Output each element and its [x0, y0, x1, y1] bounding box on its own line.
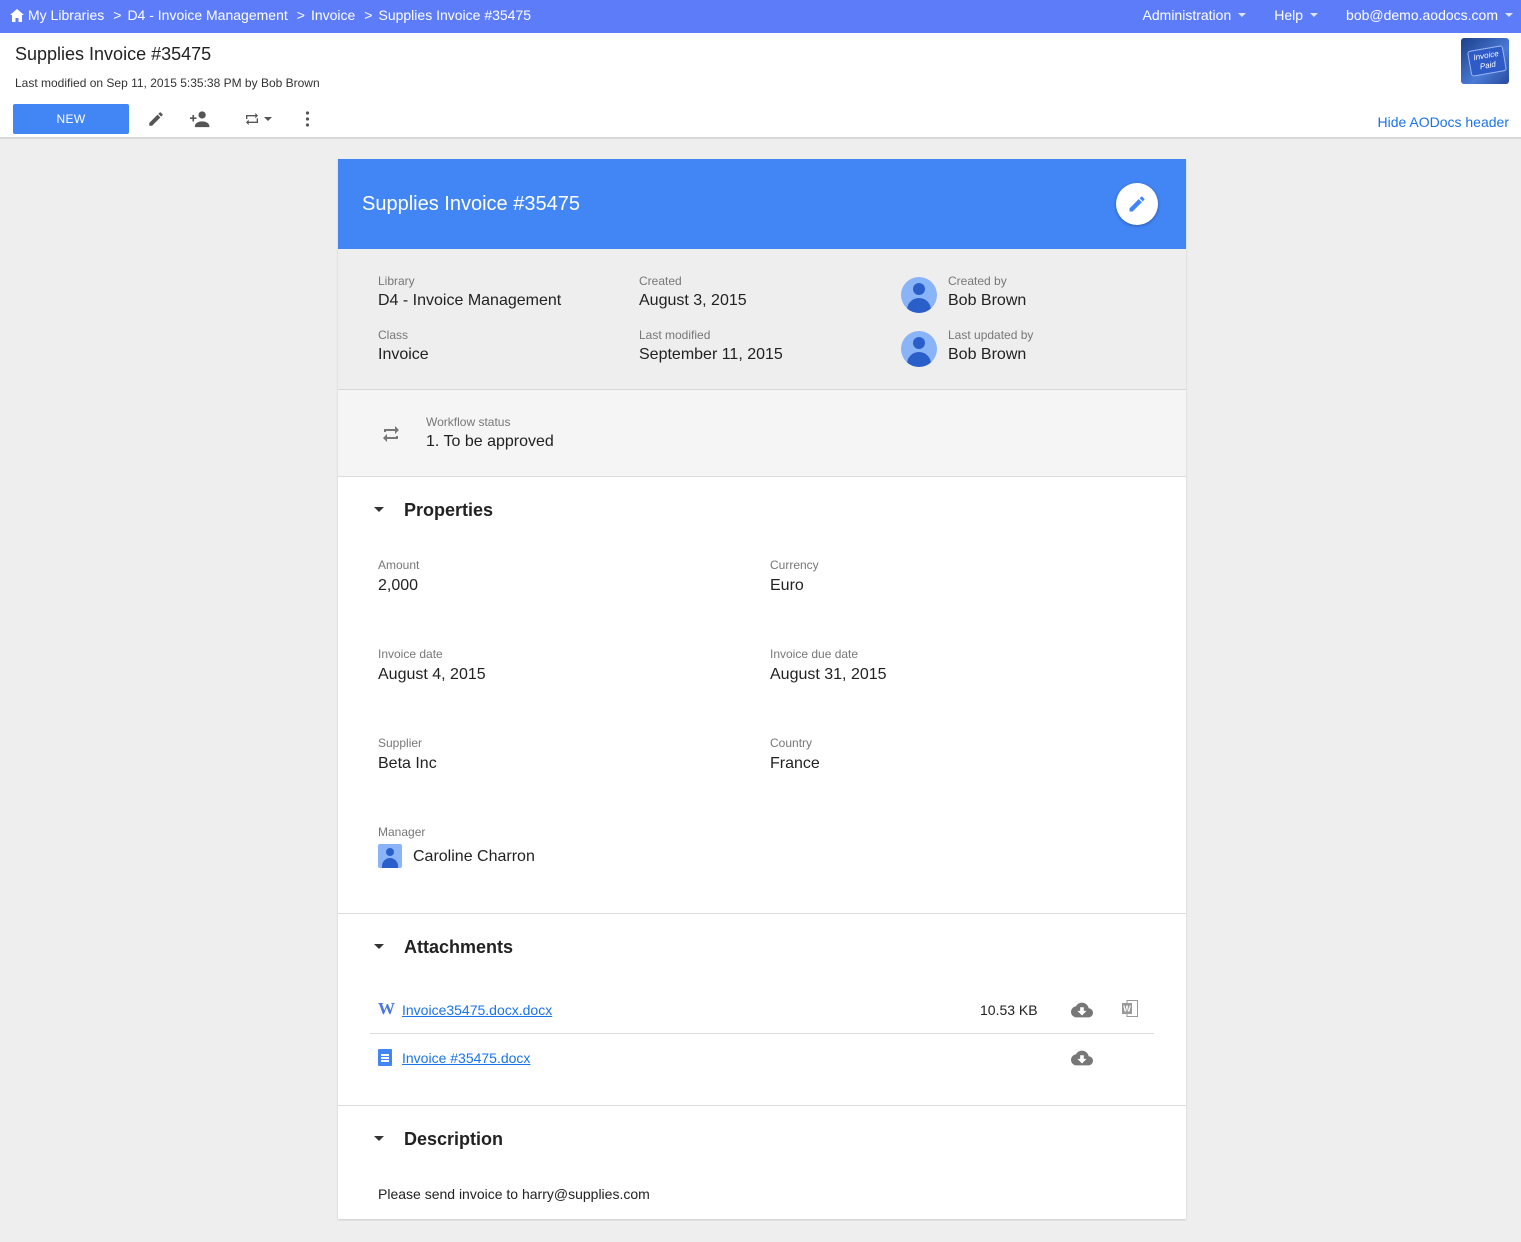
- add-person-icon: [190, 111, 210, 128]
- attachment-divider: [370, 1033, 1154, 1034]
- class-value: Invoice: [378, 346, 429, 363]
- help-menu-label: Help: [1274, 7, 1304, 23]
- breadcrumb-separator: >: [296, 7, 305, 23]
- invoice-date-label: Invoice date: [378, 647, 443, 661]
- caret-down-icon: [264, 117, 272, 121]
- amount-value: 2,000: [378, 577, 419, 594]
- document-card: Supplies Invoice #35475 Library D4 - Inv…: [338, 159, 1186, 1219]
- new-button[interactable]: NEW: [13, 104, 129, 134]
- account-menu[interactable]: bob@demo.aodocs.com: [1346, 7, 1513, 23]
- workflow-icon: [383, 426, 399, 442]
- created-label: Created: [639, 274, 682, 288]
- workflow-status: Workflow status 1. To be approved: [338, 390, 1186, 477]
- top-menus: Administration Help bob@demo.aodocs.com: [1143, 7, 1513, 23]
- supplier-value: Beta Inc: [378, 755, 437, 772]
- card-title: Supplies Invoice #35475: [362, 193, 580, 215]
- breadcrumb: My Libraries > D4 - Invoice Management >…: [10, 7, 531, 23]
- last-modified-value: September 11, 2015: [639, 346, 783, 363]
- amount-label: Amount: [378, 558, 420, 572]
- home-icon: [10, 8, 24, 22]
- breadcrumb-document[interactable]: Supplies Invoice #35475: [378, 7, 531, 23]
- attachments-section-title[interactable]: Attachments: [404, 937, 513, 958]
- attachment-link[interactable]: Invoice #35475.docx: [402, 1050, 530, 1066]
- more-vertical-icon: [305, 111, 310, 127]
- created-by-value: Bob Brown: [948, 292, 1027, 309]
- help-menu[interactable]: Help: [1274, 7, 1319, 23]
- open-in-word-icon[interactable]: W: [1122, 1000, 1138, 1017]
- last-updated-by-value: Bob Brown: [948, 346, 1027, 363]
- collapse-properties-icon[interactable]: [374, 507, 384, 512]
- document-header: Supplies Invoice #35475 Last modified on…: [0, 33, 1521, 139]
- share-button[interactable]: [190, 109, 211, 129]
- section-divider: [338, 1105, 1186, 1106]
- hide-header-link[interactable]: Hide AODocs header: [1377, 114, 1509, 130]
- top-nav-bar: My Libraries > D4 - Invoice Management >…: [0, 0, 1521, 33]
- avatar: [901, 277, 937, 313]
- breadcrumb-separator: >: [364, 7, 373, 23]
- collapse-attachments-icon[interactable]: [374, 944, 384, 949]
- caret-down-icon: [1310, 13, 1319, 17]
- document-thumbnail: Invoice Paid: [1461, 38, 1509, 84]
- cloud-download-icon[interactable]: [1071, 1050, 1093, 1066]
- document-title: Supplies Invoice #35475: [15, 44, 212, 64]
- svg-text:W: W: [1123, 1005, 1131, 1014]
- repeat-icon: [246, 113, 258, 125]
- cloud-download-icon[interactable]: [1071, 1002, 1093, 1018]
- collapse-description-icon[interactable]: [374, 1136, 384, 1141]
- last-modified-text: Last modified on Sep 11, 2015 5:35:38 PM…: [15, 76, 320, 90]
- created-by-label: Created by: [948, 274, 1007, 288]
- breadcrumb-library[interactable]: D4 - Invoice Management: [127, 7, 287, 23]
- country-value: France: [770, 755, 820, 772]
- section-divider: [338, 913, 1186, 914]
- invoice-due-date-label: Invoice due date: [770, 647, 859, 661]
- country-label: Country: [770, 736, 813, 750]
- breadcrumb-my-libraries[interactable]: My Libraries: [28, 7, 104, 23]
- account-menu-label: bob@demo.aodocs.com: [1346, 7, 1498, 23]
- more-options-button[interactable]: [305, 109, 310, 129]
- google-doc-icon: [378, 1049, 392, 1066]
- thumbnail-label: Invoice Paid: [1467, 45, 1507, 77]
- class-label: Class: [378, 328, 409, 342]
- last-modified-label: Last modified: [639, 328, 711, 342]
- caret-down-icon: [1238, 13, 1247, 17]
- manager-label: Manager: [378, 825, 426, 839]
- currency-label: Currency: [770, 558, 819, 572]
- library-label: Library: [378, 274, 415, 288]
- attachment-size: 10.53 KB: [980, 1002, 1038, 1018]
- manager-value: Caroline Charron: [413, 848, 535, 865]
- workflow-status-label: Workflow status: [426, 415, 511, 429]
- description-section-title[interactable]: Description: [404, 1129, 503, 1150]
- library-value: D4 - Invoice Management: [378, 292, 562, 309]
- administration-menu-label: Administration: [1142, 7, 1232, 23]
- invoice-due-date-value: August 31, 2015: [770, 666, 887, 683]
- properties-section-title[interactable]: Properties: [404, 500, 493, 521]
- card-header: Supplies Invoice #35475: [338, 159, 1186, 249]
- pencil-icon: [1129, 196, 1145, 212]
- edit-fab-button[interactable]: [1116, 183, 1158, 225]
- supplier-label: Supplier: [378, 736, 423, 750]
- word-icon: W: [378, 999, 395, 1018]
- workflow-action-button[interactable]: [244, 109, 272, 129]
- workflow-status-value: 1. To be approved: [426, 433, 554, 450]
- attachment-link[interactable]: Invoice35475.docx.docx: [402, 1002, 552, 1018]
- document-info: Library D4 - Invoice Management Class In…: [338, 249, 1186, 390]
- avatar: [901, 331, 937, 367]
- breadcrumb-separator: >: [113, 7, 122, 23]
- last-updated-by-label: Last updated by: [948, 328, 1034, 342]
- invoice-date-value: August 4, 2015: [378, 666, 486, 683]
- description-text: Please send invoice to harry@supplies.co…: [378, 1186, 650, 1202]
- caret-down-icon: [1505, 13, 1513, 17]
- edit-button[interactable]: [147, 109, 165, 129]
- pencil-icon: [149, 112, 163, 126]
- breadcrumb-class[interactable]: Invoice: [311, 7, 355, 23]
- created-value: August 3, 2015: [639, 292, 747, 309]
- avatar: [378, 844, 402, 868]
- administration-menu[interactable]: Administration: [1143, 7, 1247, 23]
- currency-value: Euro: [770, 577, 804, 594]
